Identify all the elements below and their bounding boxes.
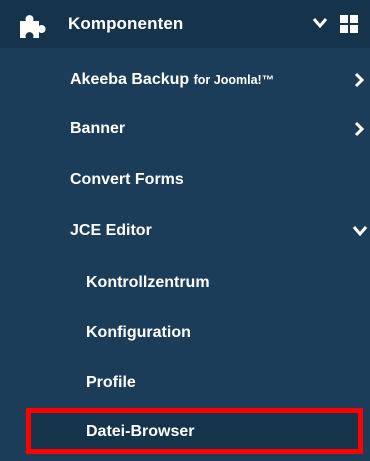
menu-item-suffix: for Joomla!™ xyxy=(193,73,275,87)
menu-header-komponenten[interactable]: Komponenten xyxy=(0,0,370,48)
chevron-right-icon xyxy=(354,72,364,88)
submenu-item-profile[interactable]: Profile xyxy=(0,358,370,408)
menu-item-label: Convert Forms xyxy=(70,171,184,188)
menu-header-label: Komponenten xyxy=(68,14,184,33)
menu-item-label: JCE Editor xyxy=(70,222,152,239)
submenu-item-datei-browser-highlight[interactable] xyxy=(26,408,363,454)
chevron-down-icon xyxy=(352,226,368,237)
menu-item-akeeba-backup[interactable]: Akeeba Backup for Joomla!™ xyxy=(0,55,370,105)
submenu-item-label: Kontrollzentrum xyxy=(86,274,210,291)
menu-item-jce-editor[interactable]: JCE Editor xyxy=(0,206,370,256)
chevron-right-icon xyxy=(354,121,364,137)
submenu-item-label: Profile xyxy=(86,374,136,391)
submenu-item-konfiguration[interactable]: Konfiguration xyxy=(0,308,370,358)
chevron-down-icon[interactable] xyxy=(312,16,328,30)
submenu-item-datei-browser[interactable]: Datei-Browser xyxy=(86,420,194,444)
sidebar-menu: Komponenten Akeeba Backup for Joomla!™ B… xyxy=(0,0,370,461)
menu-item-convert-forms[interactable]: Convert Forms xyxy=(0,155,370,205)
menu-item-label: Akeeba Backup xyxy=(70,71,190,88)
menu-item-label: Banner xyxy=(70,120,126,137)
submenu-item-kontrollzentrum[interactable]: Kontrollzentrum xyxy=(0,258,370,308)
grid-icon[interactable] xyxy=(340,15,358,33)
puzzle-icon xyxy=(20,15,46,38)
submenu-item-label: Konfiguration xyxy=(86,324,191,341)
menu-item-banner[interactable]: Banner xyxy=(0,104,370,154)
